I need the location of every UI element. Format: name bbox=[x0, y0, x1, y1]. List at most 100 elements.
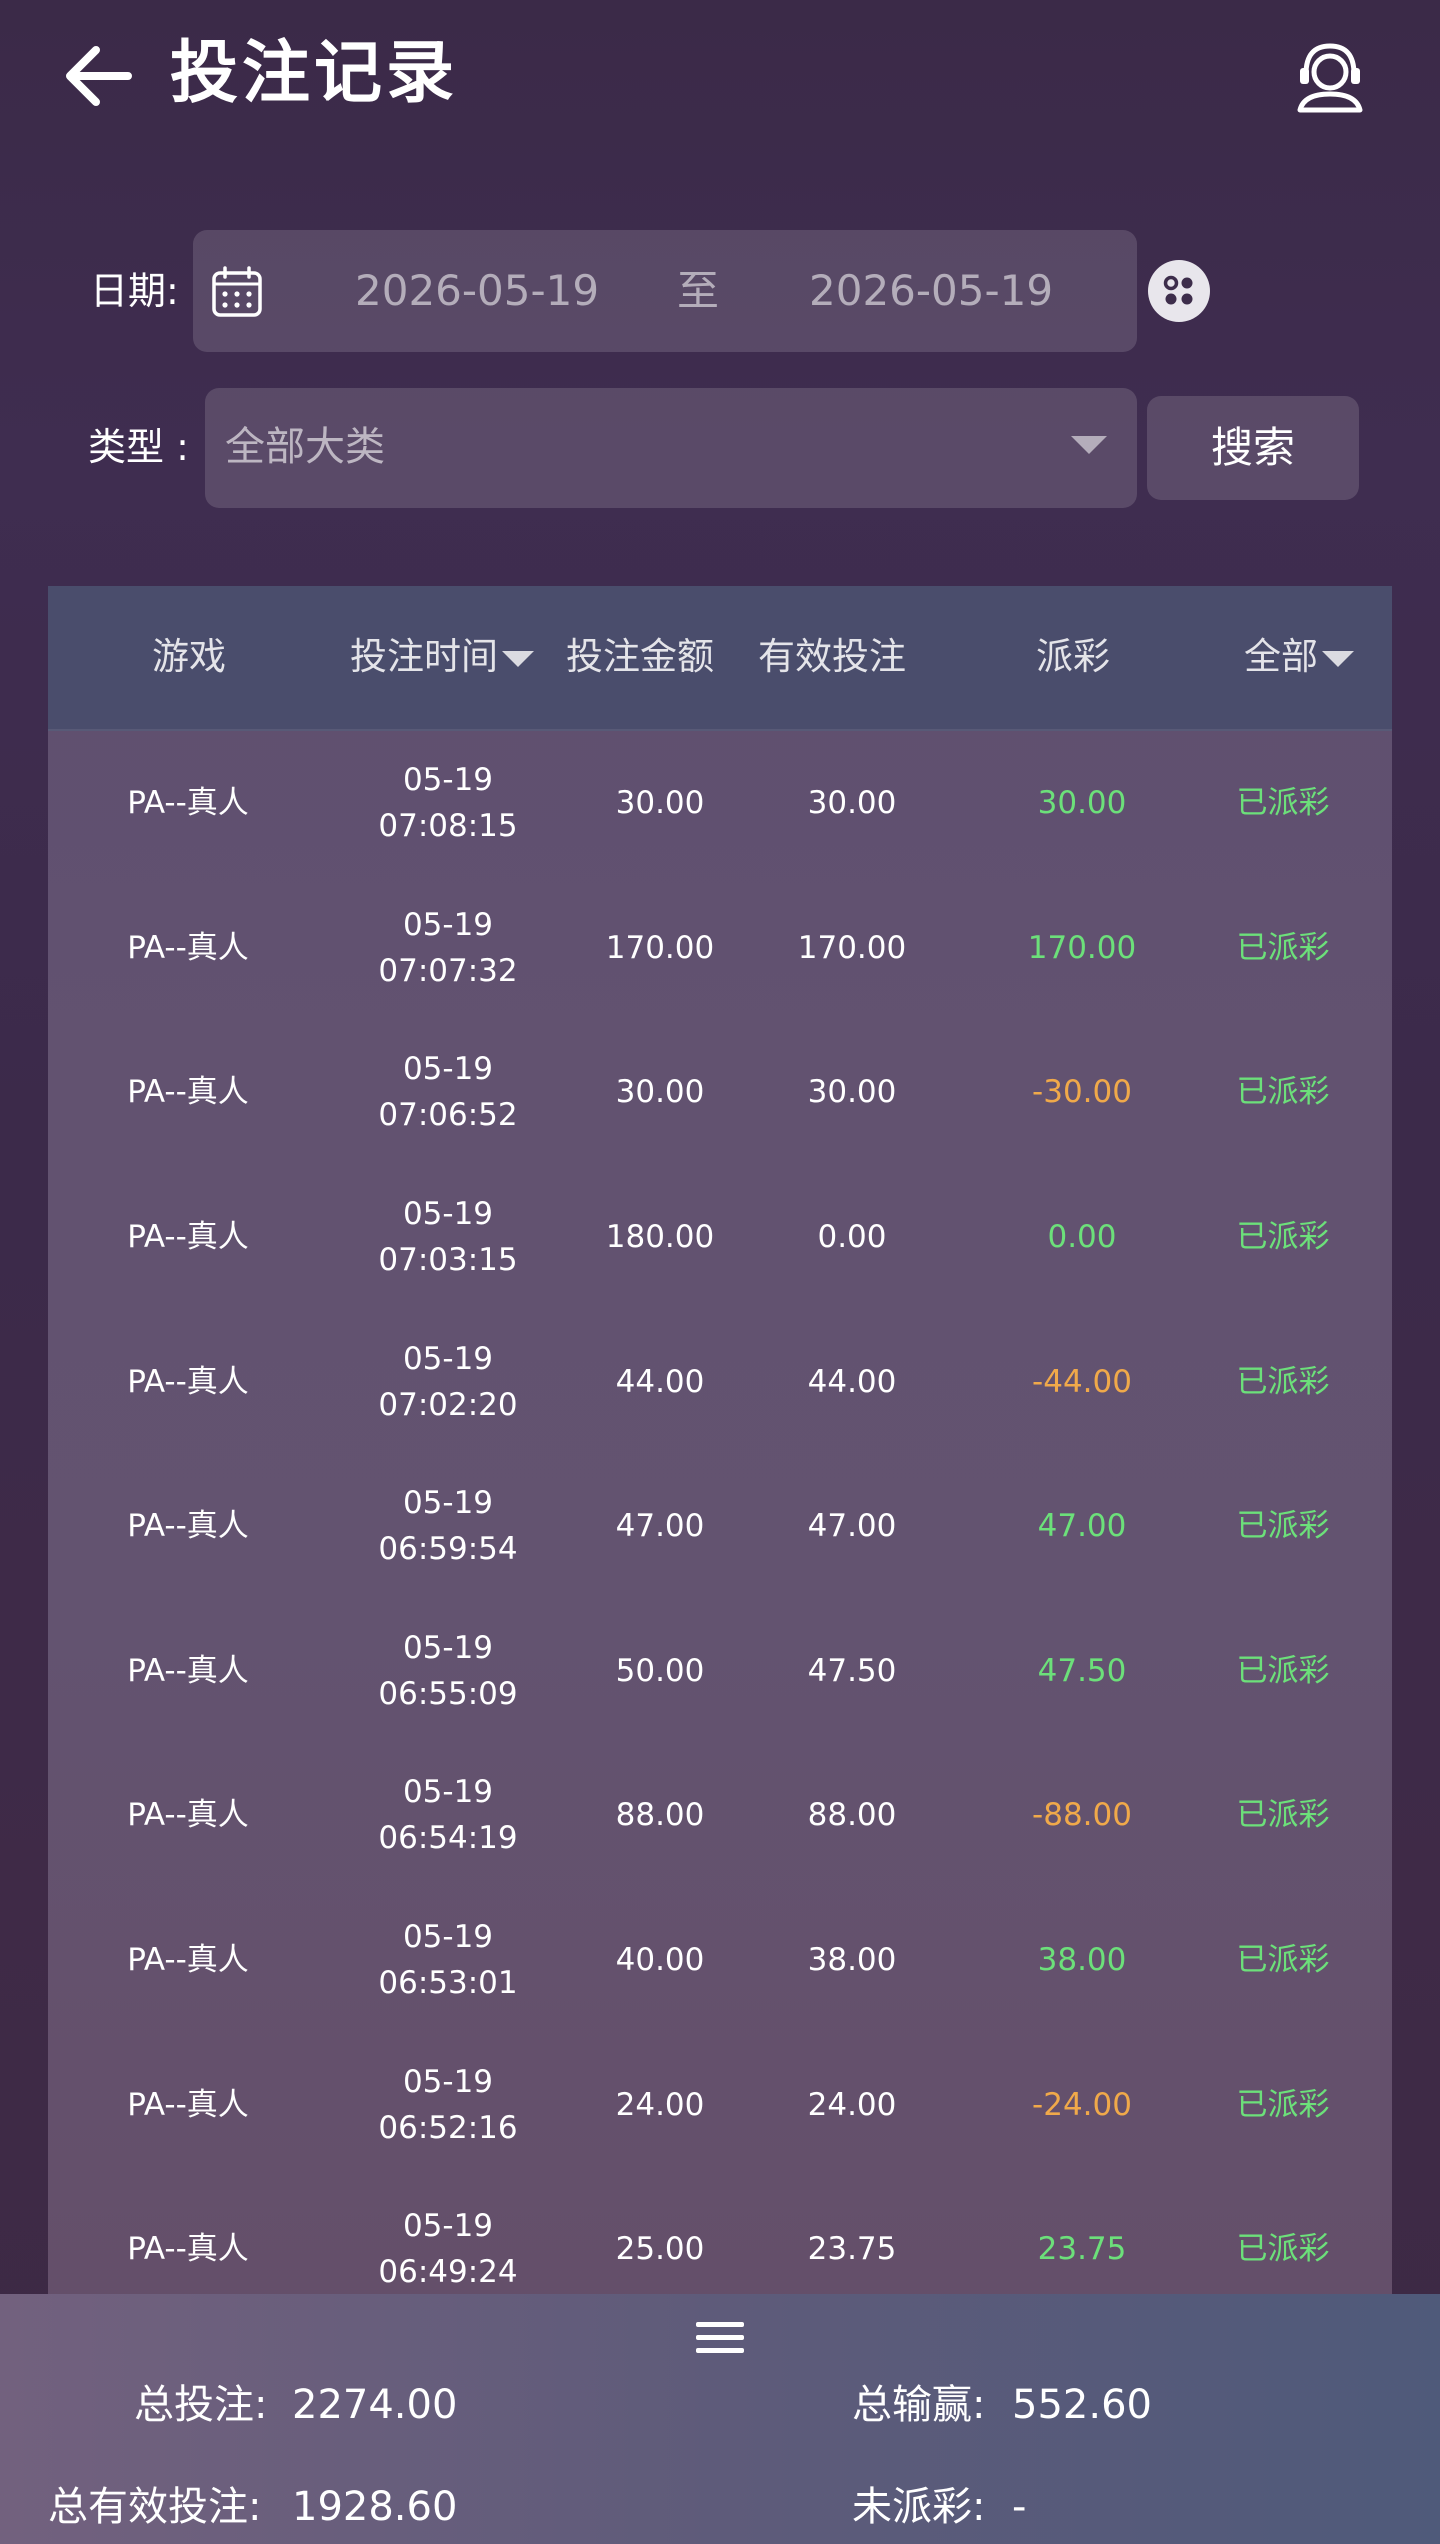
cell-bet-clock: 06:54:19 bbox=[378, 1820, 518, 1857]
cell-bet-amount: 44.00 bbox=[615, 1363, 705, 1400]
cell-bet-date: 05-19 bbox=[402, 1051, 494, 1088]
total-valid-value: 1928.60 bbox=[292, 2484, 458, 2530]
cell-payout: 38.00 bbox=[1037, 1942, 1127, 1979]
cell-bet-clock: 07:06:52 bbox=[378, 1097, 518, 1134]
cell-bet-amount: 30.00 bbox=[615, 1074, 705, 1111]
cell-status: 已派彩 bbox=[1236, 1363, 1330, 1400]
cell-bet-amount: 30.00 bbox=[615, 785, 705, 822]
summary-panel: 总投注: 2274.00 总输赢: 552.60 总有效投注: 1928.60 … bbox=[0, 2294, 1440, 2544]
cell-bet-date: 05-19 bbox=[402, 2208, 494, 2245]
cell-valid-bet: 24.00 bbox=[807, 2086, 897, 2123]
cell-bet-date: 05-19 bbox=[402, 1774, 494, 1811]
table-row[interactable]: PA--真人 05-19 06:55:09 50.00 47.50 47.50 已派彩 bbox=[48, 1599, 1392, 1744]
table-row[interactable]: PA--真人 05-19 07:03:15 180.00 0.00 0.00 已派彩 bbox=[48, 1165, 1392, 1310]
cell-bet-amount: 50.00 bbox=[615, 1652, 705, 1689]
cell-payout: 170.00 bbox=[1027, 929, 1137, 966]
cell-bet-clock: 06:49:24 bbox=[378, 2254, 518, 2291]
table-header: 游戏 投注时间 投注金额 有效投注 派彩 全部 bbox=[48, 586, 1392, 731]
type-select[interactable]: 全部大类 bbox=[205, 388, 1137, 508]
cell-bet-date: 05-19 bbox=[402, 1485, 494, 1522]
cell-payout: 0.00 bbox=[1047, 1219, 1117, 1256]
cell-bet-clock: 06:53:01 bbox=[378, 1965, 518, 2002]
cell-status: 已派彩 bbox=[1236, 1652, 1330, 1689]
table-body: PA--真人 05-19 07:08:15 30.00 30.00 30.00 已派彩 PA-… bbox=[48, 731, 1392, 2296]
cell-valid-bet: 23.75 bbox=[807, 2231, 897, 2268]
table-row[interactable]: PA--真人 05-19 07:06:52 30.00 30.00 -30.00 已派彩 bbox=[48, 1020, 1392, 1165]
table-row[interactable]: PA--真人 05-19 07:08:15 30.00 30.00 30.00 已派彩 bbox=[48, 731, 1392, 876]
cell-payout: 47.50 bbox=[1037, 1652, 1127, 1689]
quick-date-button[interactable] bbox=[1148, 260, 1210, 322]
cell-status: 已派彩 bbox=[1236, 2086, 1330, 2123]
cell-bet-date: 05-19 bbox=[402, 762, 494, 799]
cell-payout: 47.00 bbox=[1037, 1508, 1127, 1545]
cell-game: PA--真人 bbox=[127, 2231, 249, 2268]
date-to-field[interactable]: 2026-05-19 bbox=[809, 266, 1053, 316]
table-row[interactable]: PA--真人 05-19 07:02:20 44.00 44.00 -44.00 已派彩 bbox=[48, 1309, 1392, 1454]
total-winloss-label: 总输赢: bbox=[852, 2382, 986, 2428]
grid-dots-icon bbox=[1163, 275, 1193, 305]
cell-bet-time: 05-19 06:53:01 bbox=[338, 1888, 558, 2033]
cell-payout: -24.00 bbox=[1032, 2086, 1132, 2123]
table-row[interactable]: PA--真人 05-19 07:07:32 170.00 170.00 170.00 已派彩 bbox=[48, 876, 1392, 1021]
cell-valid-bet: 30.00 bbox=[807, 1074, 897, 1111]
cell-status: 已派彩 bbox=[1236, 1942, 1330, 1979]
cell-status: 已派彩 bbox=[1236, 1219, 1330, 1256]
cell-valid-bet: 88.00 bbox=[807, 1797, 897, 1834]
search-button[interactable]: 搜索 bbox=[1147, 396, 1359, 500]
table-row[interactable]: PA--真人 05-19 06:59:54 47.00 47.00 47.00 已派彩 bbox=[48, 1454, 1392, 1599]
cell-bet-date: 05-19 bbox=[402, 906, 494, 943]
cell-status: 已派彩 bbox=[1236, 2231, 1330, 2268]
cell-game: PA--真人 bbox=[127, 785, 249, 822]
cell-bet-clock: 06:55:09 bbox=[378, 1675, 518, 1712]
cell-valid-bet: 0.00 bbox=[817, 1219, 887, 1256]
date-range-picker[interactable]: 2026-05-19 至 2026-05-19 bbox=[193, 230, 1137, 352]
cell-bet-time: 05-19 07:06:52 bbox=[338, 1020, 558, 1165]
customer-service-icon bbox=[1297, 43, 1363, 113]
cell-bet-time: 05-19 07:03:15 bbox=[338, 1165, 558, 1310]
page-title: 投注记录 bbox=[170, 34, 459, 113]
table-row[interactable]: PA--真人 05-19 06:49:24 25.00 23.75 23.75 已派彩 bbox=[48, 2177, 1392, 2296]
cell-bet-clock: 06:52:16 bbox=[378, 2109, 518, 2146]
total-winloss-value: 552.60 bbox=[1012, 2382, 1152, 2428]
cell-status: 已派彩 bbox=[1236, 1797, 1330, 1834]
back-button[interactable] bbox=[62, 38, 138, 114]
status-filter-dropdown[interactable]: 全部 bbox=[1244, 632, 1354, 682]
cell-payout: -44.00 bbox=[1032, 1363, 1132, 1400]
table-row[interactable]: PA--真人 05-19 06:53:01 40.00 38.00 38.00 已派彩 bbox=[48, 1888, 1392, 2033]
cell-game: PA--真人 bbox=[127, 1074, 249, 1111]
cell-bet-time: 05-19 06:59:54 bbox=[338, 1454, 558, 1599]
cell-status: 已派彩 bbox=[1236, 785, 1330, 822]
cell-bet-time: 05-19 06:52:16 bbox=[338, 2032, 558, 2177]
date-from-field[interactable]: 2026-05-19 bbox=[355, 266, 599, 316]
table-row[interactable]: PA--真人 05-19 06:52:16 24.00 24.00 -24.00 已派彩 bbox=[48, 2032, 1392, 2177]
cell-bet-time: 05-19 06:55:09 bbox=[338, 1599, 558, 1744]
cell-bet-time: 05-19 06:54:19 bbox=[338, 1743, 558, 1888]
cell-valid-bet: 30.00 bbox=[807, 785, 897, 822]
cell-bet-date: 05-19 bbox=[402, 2063, 494, 2100]
cell-payout: 30.00 bbox=[1037, 785, 1127, 822]
total-bet-value: 2274.00 bbox=[292, 2382, 458, 2428]
menu-icon[interactable] bbox=[694, 2318, 746, 2358]
header-amount: 投注金额 bbox=[566, 635, 714, 678]
cell-valid-bet: 170.00 bbox=[797, 929, 907, 966]
cell-bet-clock: 07:03:15 bbox=[378, 1242, 518, 1279]
table-row[interactable]: PA--真人 05-19 06:54:19 88.00 88.00 -88.00 已派彩 bbox=[48, 1743, 1392, 1888]
date-label: 日期: bbox=[90, 269, 179, 313]
cell-payout: -88.00 bbox=[1032, 1797, 1132, 1834]
unsettled-value: - bbox=[1012, 2484, 1027, 2530]
cell-status: 已派彩 bbox=[1236, 1508, 1330, 1545]
header-payout: 派彩 bbox=[1036, 635, 1110, 678]
cell-bet-amount: 88.00 bbox=[615, 1797, 705, 1834]
cell-bet-clock: 06:59:54 bbox=[378, 1531, 518, 1568]
cell-valid-bet: 38.00 bbox=[807, 1942, 897, 1979]
arrow-left-icon bbox=[66, 46, 132, 106]
cell-bet-time: 05-19 06:49:24 bbox=[338, 2177, 558, 2296]
cell-game: PA--真人 bbox=[127, 1219, 249, 1256]
header-time-sort[interactable]: 投注时间 bbox=[350, 632, 534, 682]
customer-service-button[interactable] bbox=[1290, 38, 1370, 118]
header-valid: 有效投注 bbox=[758, 635, 906, 678]
cell-bet-clock: 07:07:32 bbox=[378, 952, 518, 989]
cell-bet-date: 05-19 bbox=[402, 1919, 494, 1956]
header-bar: 投注记录 bbox=[0, 0, 1440, 150]
cell-valid-bet: 44.00 bbox=[807, 1363, 897, 1400]
